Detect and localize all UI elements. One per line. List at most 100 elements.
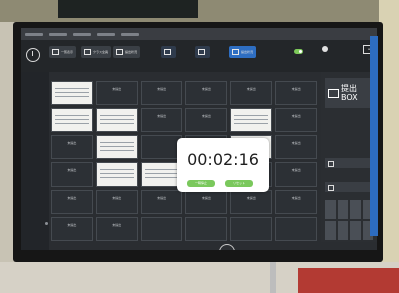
edge-panel [370,36,378,236]
thumbnail[interactable] [337,200,348,219]
tile-status: 未提出 [291,141,301,146]
tile-status: 未提出 [157,114,167,119]
student-tile[interactable] [230,216,273,241]
clock-icon[interactable] [26,48,40,62]
grid-icon [52,49,59,55]
tile-status: 未提出 [291,114,301,119]
tile-status: 未提出 [157,195,167,200]
note-line [144,169,179,171]
note-line [234,115,269,117]
submit-box-label: 提出 BOX [341,84,358,102]
view-all-button[interactable]: 一覧表示 [49,46,77,58]
note-line [99,150,134,152]
student-tile[interactable]: 未提出 [95,189,138,214]
student-tile[interactable] [95,135,138,160]
panel-icon-2 [328,185,334,191]
tile-status: 未提出 [201,114,211,119]
mode-c-icon [232,49,239,55]
student-tile[interactable]: 未提出 [95,81,138,106]
student-tile[interactable]: 未提出 [275,135,317,160]
submit-status-button[interactable]: 提出状況 [113,46,141,58]
strip-item [25,32,43,36]
submit-box-button[interactable]: 提出 BOX [325,78,373,108]
top-strip [21,28,377,40]
student-tile[interactable]: 未提出 [275,189,317,214]
mode-b-button[interactable] [195,46,210,58]
tv-stand [270,258,276,293]
student-tile[interactable]: 未提出 [230,81,273,106]
student-tile[interactable] [95,162,138,187]
tile-status: 未提出 [246,87,256,91]
student-tile[interactable]: 未提出 [51,189,93,214]
note-line [234,119,269,121]
panel-button-1[interactable] [325,158,373,168]
classroom-button[interactable]: クラス全員 [81,46,111,58]
ceiling-shadow [58,0,198,18]
student-tile[interactable] [275,216,317,241]
mode-b-icon [198,49,205,55]
tile-status: 未提出 [112,195,122,200]
mode-c-button[interactable]: 提出状況 [229,46,257,58]
view-all-label: 一覧表示 [61,50,74,54]
student-tile[interactable] [140,216,183,241]
thumbnail[interactable] [325,200,336,219]
note-line [99,169,134,171]
list-icon [84,49,91,55]
thumbnail[interactable] [350,221,361,240]
student-tile[interactable] [51,108,93,133]
note-line [234,123,269,125]
tile-status: 未提出 [67,222,77,227]
tile-status: 未提出 [67,195,77,200]
student-tile[interactable]: 未提出 [140,81,183,106]
app-screen: 一覧表示 クラス全員 提出状況 提出状況 ≡ 未提出 未提出 未提出 未提出未提… [21,28,377,250]
note-line [55,96,89,97]
student-tile[interactable]: 未提出 [230,189,273,214]
timer-reset-button[interactable]: リセット [225,180,253,187]
thumbnail[interactable] [350,200,361,219]
timer-pause-button[interactable]: 一時停止 [187,180,215,187]
student-tile[interactable]: 未提出 [185,189,228,214]
student-tile[interactable]: 未提出 [95,216,138,241]
student-tile[interactable]: 未提出 [275,162,317,187]
note-line [144,177,179,179]
panel-icon-1 [328,161,334,167]
strip-item [73,32,91,36]
student-tile[interactable]: 未提出 [275,108,317,133]
note-line [55,88,89,89]
right-panel: 提出 BOX [321,72,377,242]
student-tile[interactable]: 未提出 [275,81,317,106]
chevron-down-icon[interactable]: ⌄ [219,244,235,250]
thumbnail-grid [325,200,373,240]
tile-status: 未提出 [157,87,167,91]
student-tile[interactable] [95,108,138,133]
student-tile[interactable]: 未提出 [51,162,93,187]
note-line [55,115,89,117]
thumbnail[interactable] [337,221,348,240]
classroom-label: クラス全員 [93,50,108,54]
student-tile[interactable]: 未提出 [51,135,93,160]
student-tile[interactable]: 未提出 [185,108,228,133]
student-tile[interactable]: 未提出 [140,108,183,133]
note-line [99,173,134,175]
student-tile[interactable] [185,216,228,241]
mode-a-button[interactable] [161,46,176,58]
student-tile[interactable]: 未提出 [51,216,93,241]
student-tile[interactable] [230,108,273,133]
tile-status: 未提出 [291,195,301,200]
note-line [99,146,134,148]
thumbnail[interactable] [325,221,336,240]
tile-status: 未提出 [291,168,301,173]
note-line [99,142,134,144]
tile-status: 未提出 [67,168,77,173]
submit-status-label: 提出状況 [125,50,138,54]
timer-display: 00:02:16 [187,150,259,169]
strip-item [49,32,67,36]
mode-a-icon [164,49,171,55]
panel-button-2[interactable] [325,182,373,192]
display-toggle[interactable] [294,49,303,54]
note-line [144,173,179,175]
student-tile[interactable]: 未提出 [140,189,183,214]
student-tile[interactable]: 未提出 [185,81,228,106]
student-tile[interactable] [51,81,93,106]
toolbar: 一覧表示 クラス全員 提出状況 提出状況 ≡ [21,40,377,72]
